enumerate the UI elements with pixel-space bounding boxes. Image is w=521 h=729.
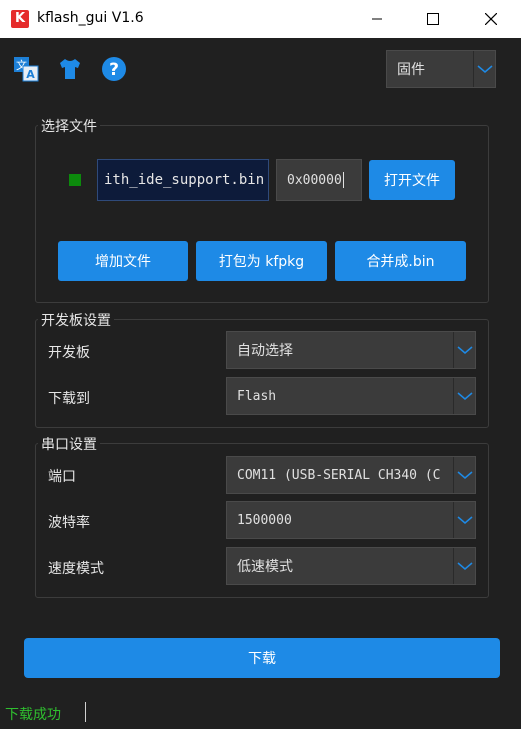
pack-kfpkg-button[interactable]: 打包为 kfpkg (196, 241, 327, 281)
port-label: 端口 (48, 469, 76, 485)
board-group-title: 开发板设置 (38, 310, 114, 330)
title-bar: K kflash_gui V1.6 (0, 0, 521, 38)
file-enabled-indicator[interactable] (69, 174, 81, 186)
file-group-title: 选择文件 (38, 116, 100, 136)
app-logo-icon: K (11, 10, 29, 28)
port-select-value: COM11 (USB-SERIAL CH340 (C (237, 467, 441, 483)
language-icon[interactable]: 文 A (13, 56, 39, 82)
window-title: kflash_gui V1.6 (37, 10, 144, 26)
maximize-button[interactable] (405, 0, 461, 38)
baud-label: 波特率 (48, 515, 90, 531)
file-path-input[interactable]: ith_ide_support.bin (97, 159, 269, 201)
speed-label: 速度模式 (48, 561, 104, 577)
svg-text:A: A (26, 68, 35, 81)
minimize-button[interactable] (349, 0, 405, 38)
port-select[interactable]: COM11 (USB-SERIAL CH340 (C (226, 456, 476, 494)
maximize-icon (427, 13, 439, 25)
minimize-icon (372, 18, 382, 20)
status-text: 下载成功 (5, 707, 61, 723)
close-icon (485, 13, 497, 25)
chevron-down-icon[interactable] (453, 378, 475, 414)
download-button[interactable]: 下载 (24, 638, 500, 678)
chevron-down-icon[interactable] (453, 457, 475, 493)
status-divider (85, 702, 86, 722)
help-icon[interactable]: ? (101, 56, 127, 82)
board-label: 开发板 (48, 345, 90, 361)
chevron-down-icon[interactable] (453, 332, 475, 368)
mode-select-value: 固件 (397, 62, 425, 78)
skin-icon[interactable] (57, 56, 83, 82)
target-select[interactable]: Flash (226, 377, 476, 415)
speed-select-value: 低速模式 (237, 559, 293, 575)
baud-select[interactable]: 1500000 (226, 501, 476, 539)
svg-text:?: ? (109, 60, 119, 80)
mode-select[interactable]: 固件 (386, 50, 496, 88)
chevron-down-icon[interactable] (453, 548, 475, 584)
target-select-value: Flash (237, 388, 277, 404)
board-select-value: 自动选择 (237, 343, 293, 359)
merge-bin-button[interactable]: 合并成.bin (335, 241, 466, 281)
address-input[interactable]: 0x00000 (276, 159, 362, 201)
open-file-button[interactable]: 打开文件 (369, 160, 455, 200)
board-select[interactable]: 自动选择 (226, 331, 476, 369)
target-label: 下载到 (48, 391, 90, 407)
add-file-button[interactable]: 增加文件 (58, 241, 188, 281)
speed-select[interactable]: 低速模式 (226, 547, 476, 585)
close-button[interactable] (463, 0, 519, 38)
chevron-down-icon[interactable] (473, 51, 495, 87)
baud-select-value: 1500000 (237, 512, 292, 528)
serial-group-title: 串口设置 (38, 434, 100, 454)
chevron-down-icon[interactable] (453, 502, 475, 538)
